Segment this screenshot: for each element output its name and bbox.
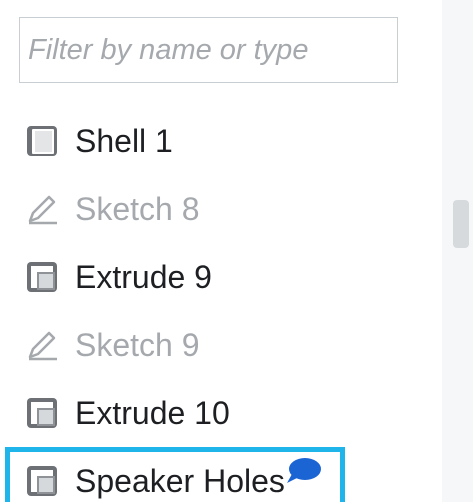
feature-item-shell-1[interactable]: Shell 1 [0, 107, 440, 175]
extrude-icon [24, 395, 60, 431]
feature-list: Shell 1 Sketch 8 Extrude 9 Sketch 9 Extr… [0, 107, 440, 502]
feature-label: Sketch 8 [75, 190, 200, 227]
feature-item-sketch-8[interactable]: Sketch 8 [0, 175, 440, 243]
filter-input[interactable] [20, 18, 397, 82]
extrude-icon [24, 463, 60, 499]
scrollbar-track[interactable] [442, 0, 473, 502]
extrude-icon [24, 259, 60, 295]
feature-label: Sketch 9 [75, 326, 200, 363]
part-icon [24, 123, 60, 159]
feature-label: Speaker Holes [75, 462, 285, 499]
scrollbar-thumb[interactable] [453, 200, 469, 248]
feature-label: Extrude 10 [75, 394, 230, 431]
feature-item-sketch-9[interactable]: Sketch 9 [0, 311, 440, 379]
feature-item-extrude-9[interactable]: Extrude 9 [0, 243, 440, 311]
feature-item-speaker-holes[interactable]: Speaker Holes [5, 447, 345, 502]
comment-icon[interactable] [286, 457, 322, 490]
feature-list-panel: Shell 1 Sketch 8 Extrude 9 [0, 0, 473, 502]
feature-label: Shell 1 [75, 122, 173, 159]
feature-label: Extrude 9 [75, 258, 212, 295]
filter-field[interactable] [19, 17, 398, 83]
feature-item-extrude-10[interactable]: Extrude 10 [0, 379, 440, 447]
sketch-pencil-icon [24, 191, 60, 227]
sketch-pencil-icon [24, 327, 60, 363]
